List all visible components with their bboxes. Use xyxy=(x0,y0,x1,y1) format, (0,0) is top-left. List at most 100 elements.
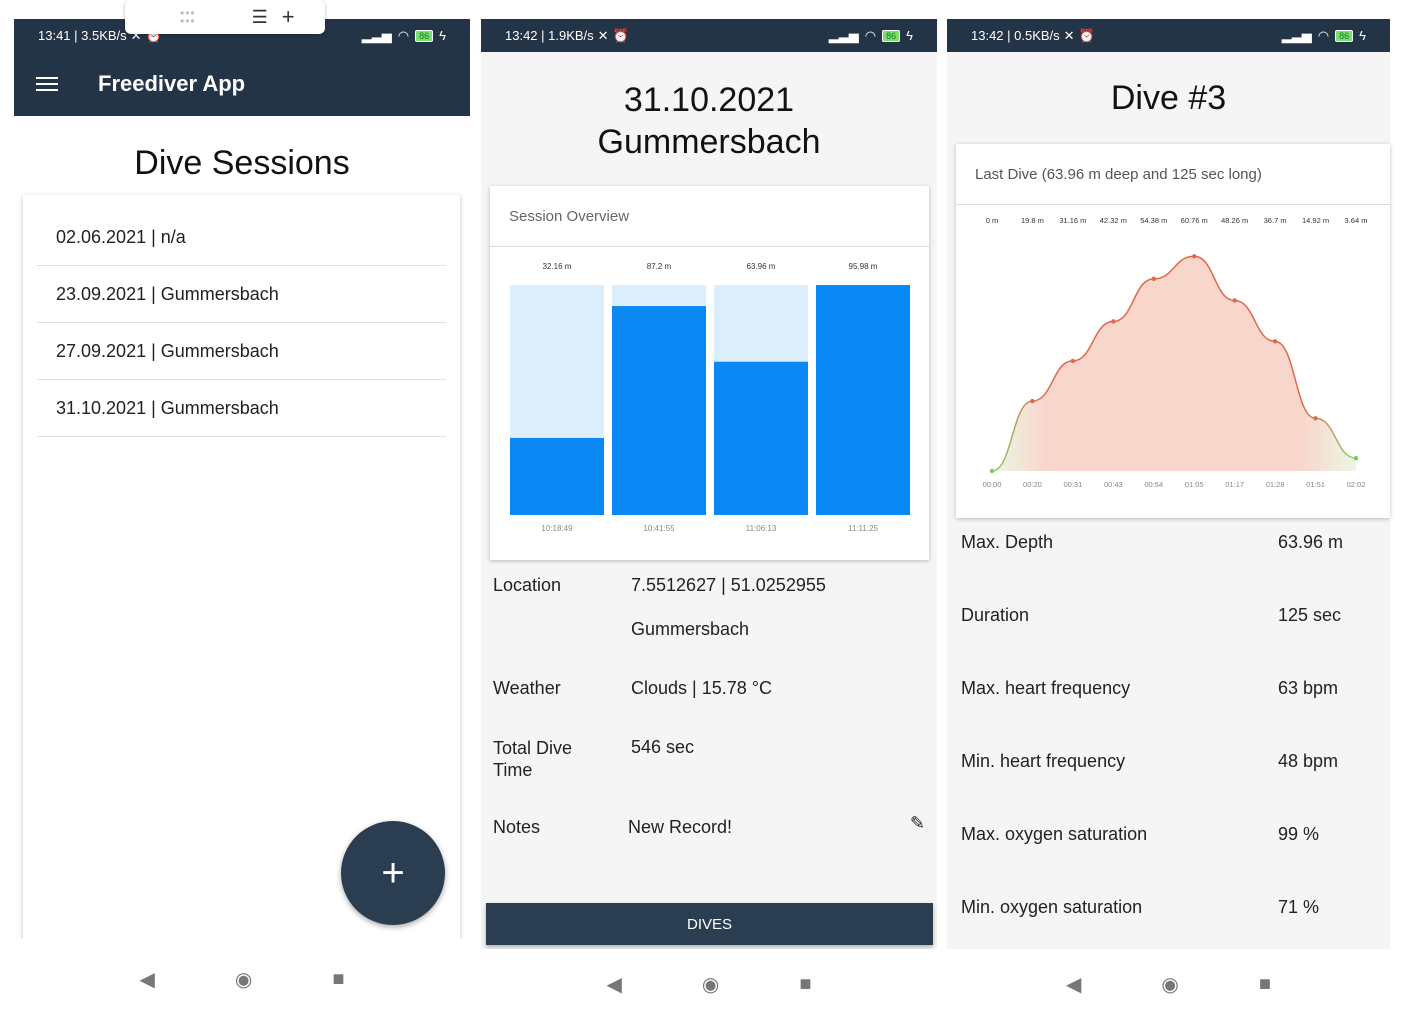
time-tick-label: 00:31 xyxy=(1063,480,1082,489)
recents-icon[interactable]: ■ xyxy=(799,973,811,996)
depth-point xyxy=(1192,254,1197,259)
stat-row: Min. heart frequency 48 bpm xyxy=(961,751,1390,772)
back-icon[interactable]: ◀ xyxy=(1066,972,1081,997)
stat-label: Min. heart frequency xyxy=(961,751,1126,771)
sort-icon[interactable]: ☰ xyxy=(252,7,268,28)
battery-icon: 86 xyxy=(415,29,434,42)
depth-point xyxy=(1151,276,1156,282)
session-list-item[interactable]: 27.09.2021 | Gummersbach xyxy=(37,323,446,380)
bar-value-label: 32.16 m xyxy=(543,262,572,271)
stat-label: Max. Depth xyxy=(961,532,1054,552)
stat-label: Max. oxygen saturation xyxy=(961,824,1148,844)
stat-row: Duration 125 sec xyxy=(961,605,1390,626)
battery-icon: 86 xyxy=(1335,29,1354,42)
bar-category-label: 10:18:49 xyxy=(541,524,573,533)
point-depth-label: 3.64 m xyxy=(1345,216,1368,225)
card-title: Last Dive (63.96 m deep and 125 sec long… xyxy=(956,144,1390,205)
signal-icon: ▂▃▅ xyxy=(1281,27,1312,43)
location-name: Gummersbach xyxy=(631,619,750,639)
total-time-value: 546 sec xyxy=(631,737,695,757)
battery-icon: 86 xyxy=(882,29,901,42)
time-tick-label: 00:00 xyxy=(983,480,1002,489)
stat-value: 63.96 m xyxy=(1278,532,1344,552)
app-bar: Freediver App xyxy=(14,52,470,116)
back-icon[interactable]: ◀ xyxy=(140,967,155,992)
session-list: 02.06.2021 | n/a 23.09.2021 | Gummersbach… xyxy=(23,195,460,437)
wifi-icon: ◠ xyxy=(864,27,877,43)
notes-label: Notes xyxy=(493,817,541,837)
drag-handle-icon[interactable]: ••• ••• xyxy=(180,7,196,27)
home-icon[interactable]: ◉ xyxy=(235,967,252,992)
session-date: 31.10.2021 xyxy=(623,81,795,119)
home-icon[interactable]: ◉ xyxy=(1161,972,1178,997)
status-time: 13:42 | 1.9KB/s xyxy=(505,28,594,43)
stat-value: 71 % xyxy=(1278,897,1320,917)
time-tick-label: 00:54 xyxy=(1144,480,1163,489)
plus-icon: + xyxy=(381,850,405,895)
bar-category-label: 11:06:13 xyxy=(746,524,777,533)
stat-label: Duration xyxy=(961,605,1030,625)
weather-value: Clouds | 15.78 °C xyxy=(631,678,772,698)
stat-row: Max. Depth 63.96 m xyxy=(961,532,1390,553)
dive-title: Dive #3 xyxy=(1110,79,1227,117)
point-depth-label: 0 m xyxy=(986,216,999,225)
signal-icon: ▂▃▅ xyxy=(828,27,859,43)
stat-row: Max. heart frequency 63 bpm xyxy=(961,678,1390,699)
menu-icon[interactable] xyxy=(36,73,58,95)
plus-icon[interactable]: + xyxy=(282,4,295,30)
time-tick-label: 01:28 xyxy=(1266,480,1285,489)
time-tick-label: 02:02 xyxy=(1347,480,1366,489)
add-session-button[interactable]: + xyxy=(341,821,445,925)
nav-bar: ◀ ◉ ■ xyxy=(14,939,470,1019)
point-depth-label: 14.92 m xyxy=(1302,216,1329,225)
point-depth-label: 42.32 m xyxy=(1100,216,1127,225)
recents-icon[interactable]: ■ xyxy=(332,968,344,991)
alarm-icon: ⏰ xyxy=(1078,27,1095,43)
page-title: Dive Sessions xyxy=(134,144,350,182)
point-depth-label: 54.38 m xyxy=(1140,216,1167,225)
location-coords: 7.5512627 | 51.0252955 xyxy=(631,575,826,595)
bar xyxy=(612,306,706,515)
notes-value: New Record! xyxy=(628,817,733,837)
status-time: 13:41 | 3.5KB/s xyxy=(38,28,127,43)
bar-value-label: 87.2 m xyxy=(647,262,672,271)
status-bar: 13:42 | 0.5KB/s ✕ ⏰ ▂▃▅ ◠ 86 ϟ xyxy=(947,19,1390,52)
status-time: 13:42 | 0.5KB/s xyxy=(971,28,1060,43)
session-list-item[interactable]: 23.09.2021 | Gummersbach xyxy=(37,266,446,323)
session-place: Gummersbach xyxy=(597,123,821,161)
session-list-item[interactable]: 02.06.2021 | n/a xyxy=(37,209,446,266)
bar-value-label: 95.98 m xyxy=(849,262,878,271)
stat-value: 63 bpm xyxy=(1278,678,1339,698)
session-title: 31.10.2021 Gummersbach xyxy=(481,79,937,163)
nav-bar: ◀ ◉ ■ xyxy=(947,949,1390,1019)
bar-value-label: 63.96 m xyxy=(747,262,776,271)
back-icon[interactable]: ◀ xyxy=(607,972,622,997)
bar-category-label: 10:41:55 xyxy=(643,524,675,533)
phone-dive-sessions: 13:41 | 3.5KB/s ✕ ⏰ ▂▃▅ ◠ 86 ϟ ••• ••• ☰ … xyxy=(14,0,470,1019)
stat-value: 99 % xyxy=(1278,824,1320,844)
bar xyxy=(510,437,604,515)
time-tick-label: 01:51 xyxy=(1306,480,1325,489)
time-tick-label: 00:43 xyxy=(1104,480,1123,489)
session-overview-card: Session Overview 32.16 m 10:18:49 87.2 m 10… xyxy=(490,186,929,560)
home-icon[interactable]: ◉ xyxy=(702,972,719,997)
app-title: Freediver App xyxy=(98,71,246,96)
dives-button[interactable]: DIVES xyxy=(486,903,933,945)
depth-point xyxy=(1272,339,1278,344)
mute-icon: ✕ xyxy=(597,27,609,43)
edit-pencil-icon[interactable]: ✎ xyxy=(910,813,925,834)
recents-icon[interactable]: ■ xyxy=(1259,973,1271,996)
stat-row: Max. oxygen saturation 99 % xyxy=(961,824,1390,845)
dive-depth-chart: 0 m 00:00 19.8 m 00:20 31.16 m 00:31 42.32 m 00… xyxy=(983,216,1368,489)
stat-label: Max. heart frequency xyxy=(961,678,1131,698)
point-depth-label: 31.16 m xyxy=(1059,216,1086,225)
depth-point xyxy=(1070,358,1076,364)
time-tick-label: 01:17 xyxy=(1225,480,1244,489)
time-tick-label: 01:05 xyxy=(1185,480,1204,489)
last-dive-card: Last Dive (63.96 m deep and 125 sec long… xyxy=(956,144,1390,518)
session-list-item[interactable]: 31.10.2021 | Gummersbach xyxy=(37,380,446,437)
session-bar-chart: 32.16 m 10:18:49 87.2 m 10:41:55 63.96 m 11:0… xyxy=(510,262,910,533)
bar xyxy=(714,361,808,515)
total-time-label: Total Dive Time xyxy=(493,738,573,780)
time-tick-label: 00:20 xyxy=(1023,480,1042,489)
